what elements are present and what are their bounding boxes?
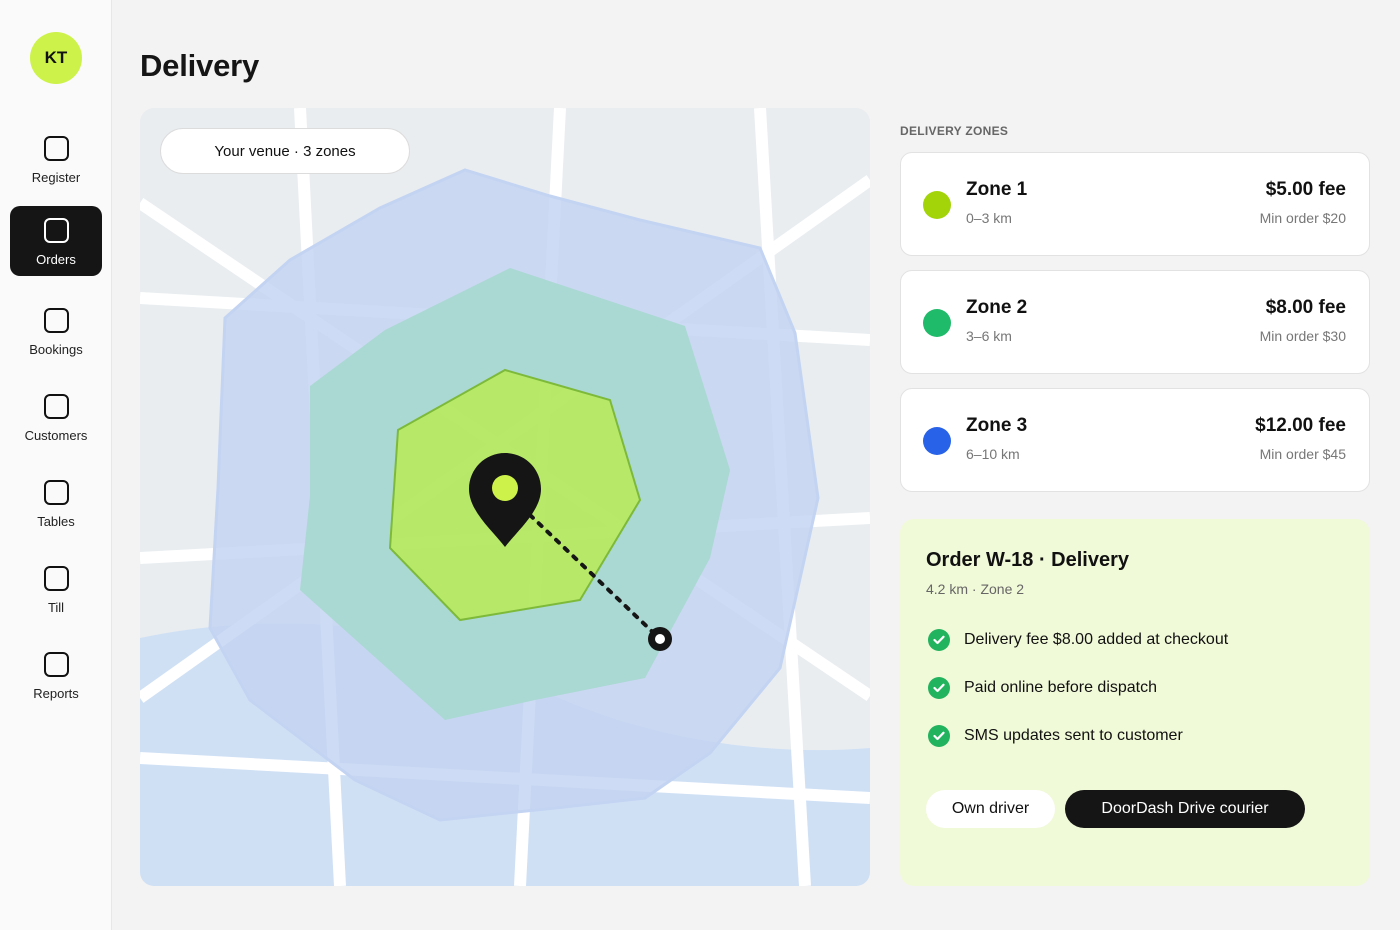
check-text: Delivery fee $8.00 added at checkout [964,631,1229,648]
customers-icon [43,394,69,419]
register-icon [43,136,69,161]
nav-item-label: Till [47,600,65,615]
zone-color-dot [923,191,951,219]
sidebar: KT Register Orders Bookings Customers Ta… [0,0,112,930]
delivery-map[interactable]: Your venue · 3 zones [140,108,870,886]
zone-min-order: Min order $30 [1259,328,1346,344]
nav-item-label: Reports [33,686,79,701]
nav-item-customers[interactable]: Customers [10,382,102,452]
nav-item-tables[interactable]: Tables [10,468,102,538]
doordash-courier-button[interactable]: DoorDash Drive courier [1065,790,1305,828]
nav-item-orders[interactable]: Orders [10,206,102,276]
zone-min-order: Min order $45 [1259,446,1346,462]
check-icon [928,725,950,747]
till-icon [43,566,69,591]
nav-item-label: Bookings [29,342,83,357]
page-title: Delivery [140,48,260,83]
orders-icon [43,218,69,243]
delivery-zones-heading: DELIVERY ZONES [900,124,1009,138]
check-row: Paid online before dispatch [928,676,1157,700]
zone-range: 3–6 km [966,328,1012,344]
nav-item-till[interactable]: Till [10,554,102,624]
zone-fee: $12.00 fee [1255,415,1346,436]
venue-zones-pill[interactable]: Your venue · 3 zones [160,128,410,174]
avatar[interactable]: KT [30,32,82,84]
zone-card-3[interactable]: Zone 3 6–10 km $12.00 fee Min order $45 [900,388,1370,492]
check-icon [928,677,950,699]
order-title: Order W-18 · Delivery [926,549,1130,571]
check-text: Paid online before dispatch [964,679,1158,696]
own-driver-button[interactable]: Own driver [926,790,1055,828]
bookings-icon [43,308,69,333]
nav-item-label: Tables [37,514,75,529]
zone-color-dot [923,309,951,337]
check-icon [928,629,950,651]
nav-item-register[interactable]: Register [10,124,102,194]
nav-item-label: Customers [24,428,88,443]
nav-item-reports[interactable]: Reports [10,640,102,710]
nav-item-label: Register [31,170,81,185]
check-text: SMS updates sent to customer [964,727,1183,744]
check-row: Delivery fee $8.00 added at checkout [928,628,1228,652]
tables-icon [43,480,69,505]
order-card: Order W-18 · Delivery 4.2 km · Zone 2 De… [900,519,1370,886]
zone-min-order: Min order $20 [1259,210,1346,226]
zone-card-2[interactable]: Zone 2 3–6 km $8.00 fee Min order $30 [900,270,1370,374]
zone-fee: $5.00 fee [1265,179,1346,200]
zone-card-1[interactable]: Zone 1 0–3 km $5.00 fee Min order $20 [900,152,1370,256]
zone-name: Zone 2 [966,297,1028,318]
zone-name: Zone 3 [966,415,1028,436]
zone-fee: $8.00 fee [1265,297,1346,318]
zone-name: Zone 1 [966,179,1028,200]
map-canvas [140,108,870,886]
zone-range: 0–3 km [966,210,1012,226]
order-subtitle: 4.2 km · Zone 2 [926,581,1025,597]
nav-item-label: Orders [36,252,76,267]
check-row: SMS updates sent to customer [928,724,1183,748]
reports-icon [43,652,69,677]
zone-range: 6–10 km [966,446,1020,462]
zone-color-dot [923,427,951,455]
nav-item-bookings[interactable]: Bookings [10,296,102,366]
